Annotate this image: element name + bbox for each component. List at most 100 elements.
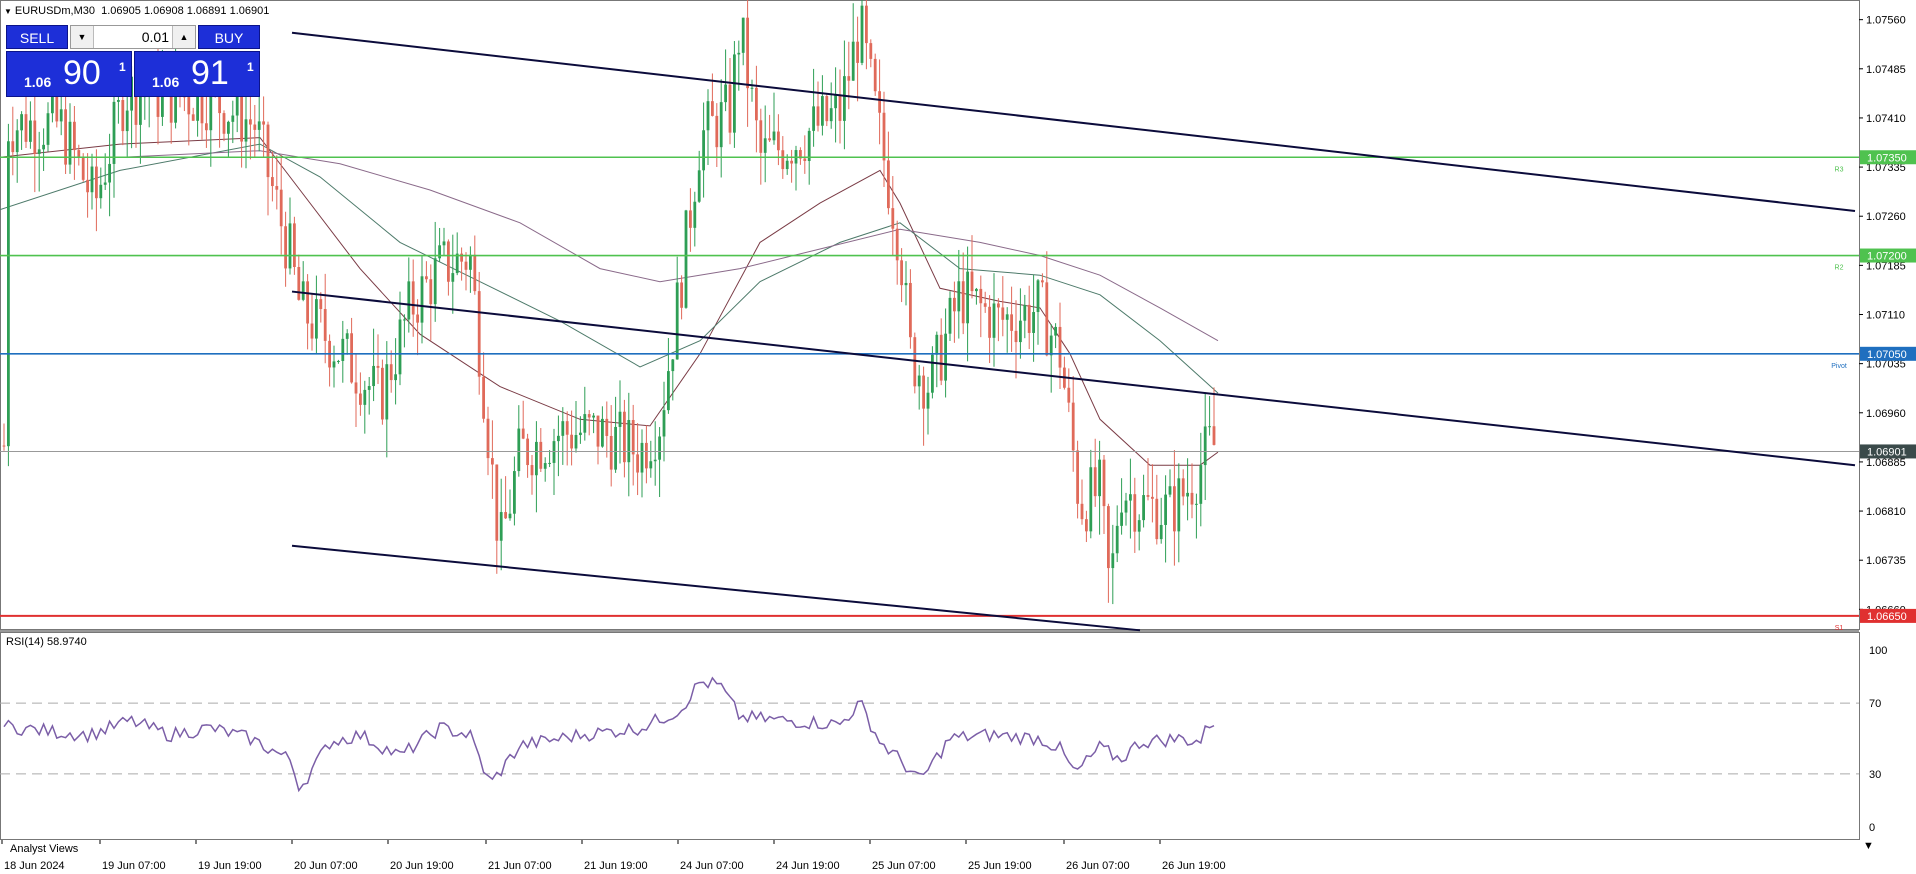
- candle-body: [843, 76, 846, 121]
- candle-body: [759, 120, 763, 153]
- candle-body: [103, 182, 107, 185]
- scroll-end-icon: ▼: [1863, 840, 1874, 852]
- candle-body: [121, 100, 125, 132]
- candle-body: [1080, 503, 1084, 520]
- candle-body: [966, 271, 969, 324]
- candle-body: [1032, 312, 1035, 333]
- candle-body: [741, 17, 745, 53]
- candle-body: [350, 333, 353, 383]
- candle-body: [425, 276, 428, 280]
- price-tick-label: 1.07485: [1866, 64, 1906, 76]
- candle-body: [706, 101, 710, 131]
- candle-body: [345, 333, 349, 339]
- candle-body: [1195, 503, 1198, 505]
- candle-body: [1107, 506, 1110, 569]
- candle-body: [442, 241, 446, 246]
- candle-body: [649, 461, 653, 469]
- ma-fast-line: [0, 137, 1219, 466]
- candle-body: [341, 338, 345, 361]
- sell-button[interactable]: SELL: [6, 25, 68, 49]
- candle-body: [139, 96, 142, 125]
- candle-body: [359, 393, 362, 405]
- candle-body: [231, 115, 235, 122]
- time-tick-label: 24 Jun 07:00: [680, 860, 744, 872]
- volume-stepper[interactable]: ▼ 0.01 ▲: [70, 25, 196, 49]
- time-tick-label: 19 Jun 07:00: [102, 860, 166, 872]
- candle-body: [715, 115, 719, 148]
- candle-body: [825, 96, 829, 122]
- candle-body: [689, 210, 692, 228]
- time-tick-label: 26 Jun 19:00: [1162, 860, 1226, 872]
- candle-body: [614, 426, 617, 470]
- candle-body: [565, 421, 569, 435]
- candle-body: [407, 281, 411, 320]
- buy-button[interactable]: BUY: [198, 25, 260, 49]
- candle-body: [702, 130, 705, 171]
- candle-body: [262, 121, 265, 125]
- candle-body: [838, 95, 842, 121]
- channel-line-1[interactable]: [291, 31, 1856, 212]
- candle-body: [403, 319, 406, 321]
- level-tag-label: 1.06650: [1867, 611, 1907, 623]
- time-tick-label: 18 Jun 2024: [4, 860, 65, 872]
- candle-body: [847, 76, 851, 81]
- candle-body: [376, 365, 380, 368]
- candle-body: [1173, 486, 1176, 532]
- ask-sup: 1: [247, 60, 254, 74]
- candle-body: [429, 279, 433, 305]
- candle-body: [653, 459, 657, 462]
- price-tick-label: 1.06960: [1866, 408, 1906, 420]
- candle-body: [447, 241, 450, 282]
- candle-body: [1203, 426, 1207, 466]
- price-tick-label: 1.06885: [1866, 457, 1906, 469]
- chart-window[interactable]: 1.07560 1.07485 1.07410 1.07335 1.07260 1.071…: [0, 0, 1916, 874]
- increase-volume-icon[interactable]: ▲: [172, 26, 195, 48]
- channel-line-3[interactable]: [291, 544, 1141, 632]
- ask-quote[interactable]: 1.06 91 1: [134, 51, 260, 97]
- candle-body: [640, 442, 644, 473]
- candle-body: [592, 415, 595, 418]
- candle-body: [1045, 282, 1049, 356]
- price-tick-label: 1.07410: [1866, 113, 1906, 125]
- candle-body: [499, 512, 503, 541]
- time-tick-label: 25 Jun 19:00: [968, 860, 1032, 872]
- candle-body: [99, 184, 103, 199]
- price-tick-label: 1.06735: [1866, 555, 1906, 567]
- candle-body: [37, 149, 41, 154]
- candle-body: [1098, 459, 1101, 497]
- candle-body: [944, 333, 947, 381]
- level-tag-label: 1.07050: [1867, 349, 1907, 361]
- decrease-volume-icon[interactable]: ▼: [71, 26, 94, 48]
- candle-body: [860, 5, 864, 63]
- candle-body: [1159, 524, 1163, 540]
- candle-body: [530, 465, 534, 476]
- candle-body: [1001, 307, 1005, 320]
- candle-body: [279, 189, 283, 227]
- volume-value[interactable]: 0.01: [95, 26, 169, 48]
- candle-body: [675, 282, 679, 360]
- candle-body: [1014, 330, 1018, 343]
- candle-body: [645, 442, 648, 469]
- candle-body: [1129, 494, 1132, 501]
- candle-body: [1093, 467, 1097, 497]
- bid-quote[interactable]: 1.06 90 1: [6, 51, 132, 97]
- candle-body: [90, 166, 94, 193]
- rsi-plot-frame: [0, 632, 1860, 840]
- candle-body: [385, 364, 389, 420]
- candle-body: [297, 267, 301, 300]
- candle-body: [81, 156, 85, 180]
- candle-body: [970, 271, 974, 292]
- candle-body: [29, 120, 32, 142]
- candle-body: [878, 91, 881, 113]
- candle-body: [517, 428, 521, 472]
- candle-body: [73, 121, 76, 151]
- candle-body: [319, 299, 323, 310]
- candle-body: [926, 392, 930, 409]
- candle-body: [1111, 553, 1115, 569]
- candle-body: [557, 435, 560, 442]
- candle-body: [909, 282, 912, 338]
- chart-canvas[interactable]: 1.075601.074851.074101.073351.072601.071…: [0, 0, 1916, 874]
- candle-body: [667, 371, 670, 411]
- collapse-triangle-icon[interactable]: ▼: [4, 7, 12, 16]
- candle-body: [1137, 520, 1141, 532]
